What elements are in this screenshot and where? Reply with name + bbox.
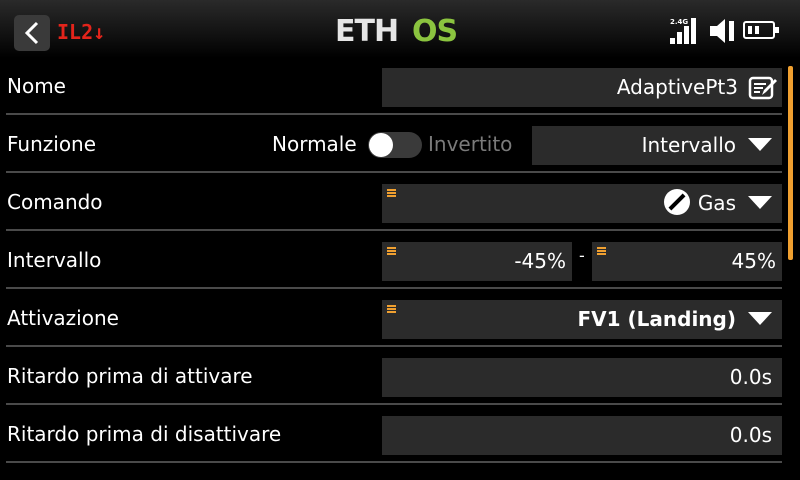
toggle-knob xyxy=(369,133,393,157)
toggle-inverted-label: Invertito xyxy=(428,132,513,156)
svg-text:ETH: ETH xyxy=(335,14,398,46)
chevron-down-icon xyxy=(748,138,772,151)
edit-icon[interactable] xyxy=(748,75,778,101)
attivazione-dropdown[interactable]: FV1 (Landing) xyxy=(382,300,782,339)
back-button[interactable] xyxy=(14,15,50,51)
attivazione-value: FV1 (Landing) xyxy=(577,307,736,331)
row-nome: Nome AdaptivePt3 xyxy=(6,58,782,115)
ritardo-attivare-label: Ritardo prima di attivare xyxy=(7,364,253,388)
intervallo-label: Intervallo xyxy=(7,248,102,272)
comando-label: Comando xyxy=(7,190,103,214)
range-separator: - xyxy=(579,246,585,265)
model-tag: IL2↓ xyxy=(57,20,106,44)
ritardo-attivare-value: 0.0s xyxy=(729,365,772,389)
battery-icon xyxy=(743,21,779,39)
source-menu-icon xyxy=(597,247,606,255)
intervallo-min-value: -45% xyxy=(514,249,566,273)
rf-label: 2.4G xyxy=(670,18,689,26)
intervallo-max-field[interactable]: 45% xyxy=(592,242,782,281)
intervallo-min-field[interactable]: -45% xyxy=(382,242,572,281)
nome-value: AdaptivePt3 xyxy=(616,75,738,99)
top-bar: IL2↓ ETH OS 2.4G xyxy=(0,0,800,58)
svg-text:OS: OS xyxy=(412,14,457,46)
row-ritardo-disattivare: Ritardo prima di disattivare 0.0s xyxy=(6,406,782,463)
ritardo-disattivare-label: Ritardo prima di disattivare xyxy=(7,422,282,446)
row-funzione: Funzione Normale Invertito Intervallo xyxy=(6,116,782,173)
invert-toggle-switch[interactable] xyxy=(368,132,422,158)
chevron-down-icon xyxy=(748,312,772,325)
intervallo-max-value: 45% xyxy=(731,249,776,273)
funzione-label: Funzione xyxy=(7,132,97,156)
comando-value: Gas xyxy=(697,191,736,215)
ritardo-disattivare-field[interactable]: 0.0s xyxy=(382,416,782,455)
ethos-logo: ETH OS xyxy=(335,14,458,46)
source-menu-icon xyxy=(387,305,396,313)
source-menu-icon xyxy=(387,247,396,255)
toggle-normal-label: Normale xyxy=(272,132,357,156)
nome-label: Nome xyxy=(7,74,66,98)
scrollbar[interactable] xyxy=(788,66,793,260)
chevron-down-icon xyxy=(748,196,772,209)
settings-list: Nome AdaptivePt3 Funzione Normale Invert… xyxy=(0,58,790,480)
ritardo-disattivare-value: 0.0s xyxy=(729,423,772,447)
funzione-value: Intervallo xyxy=(641,133,736,157)
funzione-dropdown[interactable]: Intervallo xyxy=(532,126,782,165)
comando-dropdown[interactable]: Gas xyxy=(382,184,782,223)
speaker-icon xyxy=(710,19,734,43)
source-menu-icon xyxy=(387,189,396,197)
nome-field[interactable]: AdaptivePt3 xyxy=(382,68,782,107)
ritardo-attivare-field[interactable]: 0.0s xyxy=(382,358,782,397)
row-ritardo-attivare: Ritardo prima di attivare 0.0s xyxy=(6,348,782,405)
throttle-gas-icon xyxy=(663,189,690,215)
attivazione-label: Attivazione xyxy=(7,306,119,330)
row-intervallo: Intervallo -45% - 45% xyxy=(6,232,782,289)
row-attivazione: Attivazione FV1 (Landing) xyxy=(6,290,782,347)
back-chevron-icon xyxy=(24,21,39,45)
status-area: 2.4G xyxy=(670,14,786,48)
row-comando: Comando Gas xyxy=(6,174,782,231)
